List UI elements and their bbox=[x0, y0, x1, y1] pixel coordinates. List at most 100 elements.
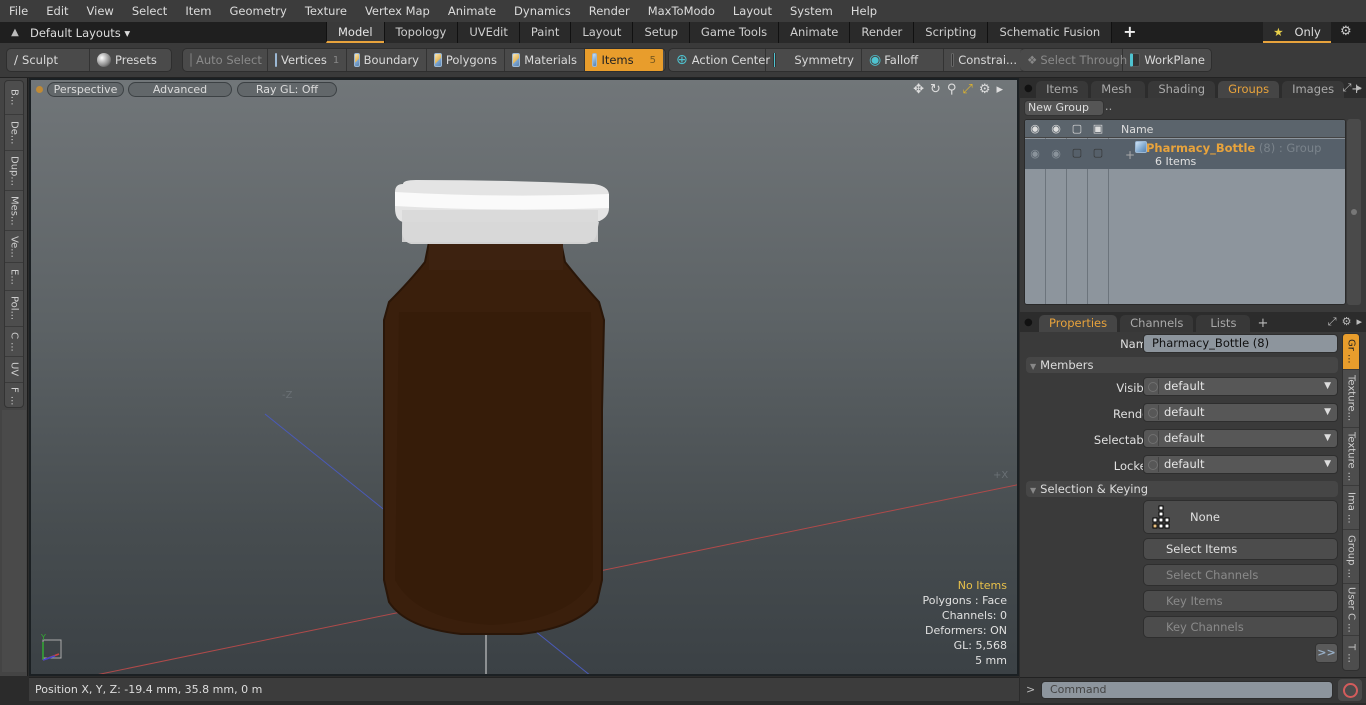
cube-outline-icon[interactable]: ▢ bbox=[1067, 122, 1087, 135]
left-tab-5[interactable]: E... bbox=[5, 263, 23, 291]
add-layout-tab-button[interactable]: + bbox=[1112, 22, 1147, 43]
layout-tab-setup[interactable]: Setup bbox=[632, 22, 689, 43]
expand-icon[interactable]: ⤢ bbox=[1343, 81, 1352, 95]
none-button[interactable]: None bbox=[1143, 500, 1338, 534]
perspective-button[interactable]: Perspective bbox=[47, 82, 124, 97]
collapse-up-icon[interactable]: ▲ bbox=[0, 27, 30, 38]
menu-texture[interactable]: Texture bbox=[296, 0, 356, 22]
row-eye-icon[interactable]: ◉ bbox=[1025, 147, 1045, 160]
selectable-dropdown[interactable]: default ▼ bbox=[1143, 429, 1338, 448]
row-lock-checkbox[interactable]: ▢ bbox=[1088, 146, 1108, 159]
left-tab-6[interactable]: Pol... bbox=[5, 291, 23, 327]
menu-render[interactable]: Render bbox=[580, 0, 639, 22]
menu-animate[interactable]: Animate bbox=[439, 0, 505, 22]
side-tab-group[interactable]: Gr ... bbox=[1343, 334, 1359, 370]
select-channels-button[interactable]: Select Channels bbox=[1143, 564, 1338, 586]
action-center-button[interactable]: ⊕ Action Center bbox=[669, 49, 770, 71]
properties-expand-icon[interactable]: ⤢ bbox=[1328, 315, 1337, 329]
tab-properties[interactable]: Properties bbox=[1039, 315, 1118, 332]
row-camera-icon[interactable]: ◉ bbox=[1046, 147, 1066, 160]
expand-group-icon[interactable]: + bbox=[1125, 148, 1135, 162]
menu-geometry[interactable]: Geometry bbox=[221, 0, 296, 22]
selection-keying-section-header[interactable]: ▼ Selection & Keying bbox=[1026, 481, 1338, 497]
groups-list-scrollbar[interactable] bbox=[1347, 119, 1361, 305]
side-tab-t[interactable]: T ... bbox=[1343, 636, 1359, 670]
side-tab-group-2[interactable]: Group ... bbox=[1343, 530, 1359, 584]
polygons-button[interactable]: Polygons bbox=[427, 49, 505, 71]
auto-select-button[interactable]: Auto Select bbox=[183, 49, 268, 71]
render-radio[interactable] bbox=[1145, 405, 1159, 420]
layout-tab-uvedit[interactable]: UVEdit bbox=[457, 22, 519, 43]
maximize-icon[interactable]: ⤢ bbox=[962, 82, 972, 97]
properties-menu-dot-icon[interactable]: ● bbox=[1024, 317, 1036, 328]
layout-tab-schematic-fusion[interactable]: Schematic Fusion bbox=[987, 22, 1113, 43]
menu-maxtomodo[interactable]: MaxToModo bbox=[639, 0, 724, 22]
menu-edit[interactable]: Edit bbox=[37, 0, 77, 22]
only-button[interactable]: ★ Only bbox=[1263, 22, 1331, 43]
menu-dynamics[interactable]: Dynamics bbox=[505, 0, 580, 22]
tab-images[interactable]: Images bbox=[1282, 81, 1345, 98]
eye-icon[interactable]: ◉ bbox=[1025, 122, 1045, 135]
select-through-button[interactable]: ❖ Select Through bbox=[1020, 49, 1127, 71]
pharmacy-bottle-model[interactable] bbox=[383, 180, 609, 635]
side-tab-texture-2[interactable]: Texture ... bbox=[1343, 428, 1359, 486]
left-tab-8[interactable]: UV bbox=[5, 357, 23, 383]
left-tab-9[interactable]: F ... bbox=[5, 383, 23, 409]
pan-icon[interactable]: ✥ bbox=[913, 82, 924, 97]
sculpt-button[interactable]: ∕ Sculpt bbox=[7, 49, 90, 71]
layout-tab-animate[interactable]: Animate bbox=[778, 22, 850, 43]
menu-help[interactable]: Help bbox=[842, 0, 886, 22]
tab-channels[interactable]: Channels bbox=[1120, 315, 1194, 332]
side-tab-texture-1[interactable]: Texture... bbox=[1343, 370, 1359, 428]
locked-radio[interactable] bbox=[1145, 457, 1159, 472]
default-layouts-dropdown[interactable]: Default Layouts ▾ bbox=[30, 26, 320, 40]
falloff-button[interactable]: ◉ Falloff bbox=[862, 49, 944, 71]
layout-tab-scripting[interactable]: Scripting bbox=[913, 22, 988, 43]
properties-arrow-icon[interactable]: ▸ bbox=[1356, 315, 1362, 329]
select-items-button[interactable]: Select Items bbox=[1143, 538, 1338, 560]
key-items-button[interactable]: Key Items bbox=[1143, 590, 1338, 612]
3d-viewport[interactable]: -Z +X Y Perspective Advanced Ray GL: Off… bbox=[29, 78, 1019, 676]
viewport-status-dot[interactable] bbox=[36, 86, 43, 93]
materials-button[interactable]: Materials bbox=[505, 49, 585, 71]
group-name[interactable]: Pharmacy_Bottle (8) : Group bbox=[1146, 141, 1321, 155]
left-tab-1[interactable]: De... bbox=[5, 115, 23, 151]
layout-tab-game-tools[interactable]: Game Tools bbox=[688, 22, 779, 43]
camera-icon[interactable]: ◉ bbox=[1046, 122, 1066, 135]
side-tab-image[interactable]: Ima ... bbox=[1343, 486, 1359, 530]
row-select-checkbox[interactable]: ▢ bbox=[1067, 146, 1087, 159]
viewport-gear-icon[interactable]: ⚙ bbox=[979, 82, 991, 97]
visible-dropdown[interactable]: default ▼ bbox=[1143, 377, 1338, 396]
gear-icon[interactable]: ⚙ bbox=[1340, 24, 1352, 39]
menu-view[interactable]: View bbox=[78, 0, 123, 22]
menu-vertex-map[interactable]: Vertex Map bbox=[356, 0, 439, 22]
menu-layout[interactable]: Layout bbox=[724, 0, 781, 22]
properties-gear-icon[interactable]: ⚙ bbox=[1342, 315, 1352, 329]
left-tab-2[interactable]: Dup... bbox=[5, 151, 23, 191]
layout-tab-topology[interactable]: Topology bbox=[383, 22, 458, 43]
members-section-header[interactable]: ▼ Members bbox=[1026, 357, 1338, 373]
locked-dropdown[interactable]: default ▼ bbox=[1143, 455, 1338, 474]
panel-arrow-icon[interactable]: ▸ bbox=[1356, 81, 1362, 95]
left-tab-3[interactable]: Mes... bbox=[5, 191, 23, 231]
layout-tab-layout[interactable]: Layout bbox=[570, 22, 633, 43]
left-tab-4[interactable]: Ve... bbox=[5, 231, 23, 263]
workplane-button[interactable]: WorkPlane bbox=[1123, 49, 1211, 71]
tab-shading[interactable]: Shading bbox=[1148, 81, 1216, 98]
lock-cube-icon[interactable]: ▣ bbox=[1088, 122, 1108, 135]
menu-system[interactable]: System bbox=[781, 0, 842, 22]
shading-advanced-button[interactable]: Advanced bbox=[128, 82, 232, 97]
new-group-button[interactable]: New Group bbox=[1024, 100, 1104, 116]
group-row[interactable]: ◉ ◉ ▢ ▢ + Pharmacy_Bottle (8) : Group 6 … bbox=[1025, 139, 1345, 169]
rotate-icon[interactable]: ↻ bbox=[930, 82, 941, 97]
menu-item[interactable]: Item bbox=[176, 0, 220, 22]
tab-mesh[interactable]: Mesh ... bbox=[1091, 81, 1146, 113]
items-button[interactable]: Items 5 bbox=[585, 49, 663, 71]
name-column-header[interactable]: Name bbox=[1121, 123, 1153, 136]
tab-groups[interactable]: Groups bbox=[1218, 81, 1280, 98]
vertices-button[interactable]: Vertices 1 bbox=[268, 49, 347, 71]
layout-tab-model[interactable]: Model bbox=[326, 22, 384, 43]
key-channels-button[interactable]: Key Channels bbox=[1143, 616, 1338, 638]
layout-tab-paint[interactable]: Paint bbox=[518, 22, 571, 43]
record-macro-icon[interactable] bbox=[1338, 679, 1362, 701]
